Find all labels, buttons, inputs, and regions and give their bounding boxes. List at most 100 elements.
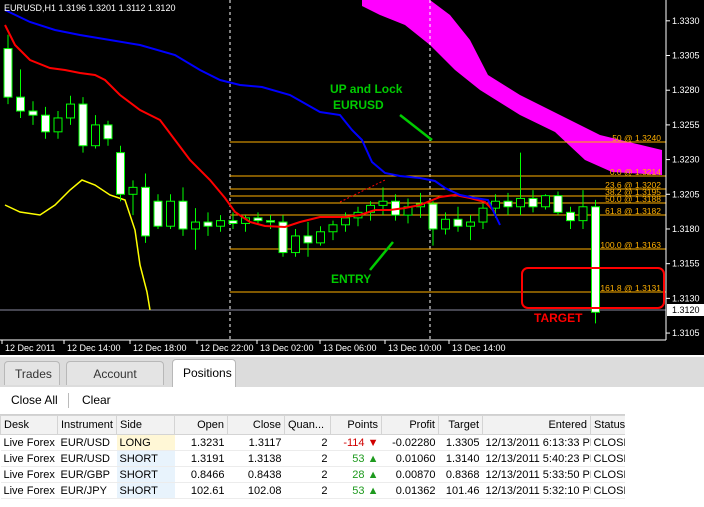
cell-points: 53 ▲ xyxy=(330,482,382,499)
col-header-points[interactable]: Points xyxy=(330,415,382,435)
chart-canvas[interactable]: 50 @ 1.32400.0 @ 1.321423.6 @ 1.320238.2… xyxy=(0,0,704,355)
price-tick-label: 1.3280 xyxy=(672,85,700,95)
table-row[interactable]: Live Forex EUR/JPY SHORT 102.61 102.08 2… xyxy=(0,482,626,499)
candle-body xyxy=(3,48,13,98)
candle-body xyxy=(191,221,200,230)
cell-desk: Live Forex xyxy=(0,466,58,483)
cell-profit: 0.01060 xyxy=(381,450,439,467)
time-tick-label: 12 Dec 18:00 xyxy=(133,343,187,353)
candle-body xyxy=(166,200,175,227)
candle-body xyxy=(78,103,88,147)
arrow-up-icon: ▲ xyxy=(367,468,379,481)
cell-status: CLOSED xyxy=(590,466,626,483)
time-tick-label: 13 Dec 14:00 xyxy=(452,343,506,353)
cell-points: -114 ▼ xyxy=(330,434,382,451)
cell-close: 0.8438 xyxy=(227,466,285,483)
cell-side: SHORT xyxy=(116,482,175,499)
points-value: 53 xyxy=(352,484,365,497)
cell-desk: Live Forex xyxy=(0,482,58,499)
candle-body xyxy=(328,224,338,233)
candle-body xyxy=(116,152,125,195)
cell-entered: 12/13/2011 5:40:23 PM xyxy=(482,450,591,467)
col-header-entered[interactable]: Entered xyxy=(482,415,591,435)
time-tick-label: 13 Dec 02:00 xyxy=(260,343,314,353)
cell-status: CLOSED xyxy=(590,482,626,499)
candle-body xyxy=(553,195,563,213)
col-header-desk[interactable]: Desk xyxy=(0,415,58,435)
candle-body xyxy=(378,200,388,206)
cell-target: 0.8368 xyxy=(438,466,483,483)
price-chart[interactable]: 50 @ 1.3240 0.0 @ 1.3214 23.6 @ 1.3202 38.2… xyxy=(0,0,704,355)
cell-entered: 12/13/2011 5:32:10 PM xyxy=(482,482,591,499)
cell-open: 1.3191 xyxy=(174,450,228,467)
annotation-entry: ENTRY xyxy=(331,272,371,286)
tab-positions[interactable]: Positions xyxy=(172,359,236,387)
arrow-up-icon: ▲ xyxy=(367,452,379,465)
cell-status: CLOSED xyxy=(590,450,626,467)
cell-open: 102.61 xyxy=(174,482,228,499)
price-tick-label: 1.3305 xyxy=(672,51,700,61)
cell-side: LONG xyxy=(116,434,175,451)
points-value: 53 xyxy=(352,452,365,465)
arrow-up-icon: ▲ xyxy=(367,484,379,497)
col-header-open[interactable]: Open xyxy=(174,415,228,435)
annotation-up-and-lock: UP and Lock xyxy=(330,82,403,96)
candle-body xyxy=(16,96,25,112)
candle-body xyxy=(516,197,525,208)
time-tick-label: 13 Dec 10:00 xyxy=(388,343,442,353)
cell-points: 53 ▲ xyxy=(330,450,382,467)
annotation-target: TARGET xyxy=(534,311,583,325)
candle-body xyxy=(491,200,500,209)
cell-desk: Live Forex xyxy=(0,450,58,467)
cell-close: 1.3138 xyxy=(227,450,285,467)
col-header-side[interactable]: Side xyxy=(116,415,175,435)
tab-trades[interactable]: Trades xyxy=(4,361,60,385)
cell-quantity: 2 xyxy=(284,482,331,499)
candle-body xyxy=(128,186,138,195)
fib-level-label: 100.0 @ 1.3163 xyxy=(600,240,661,250)
candle-body xyxy=(53,117,63,133)
candle-body xyxy=(316,231,325,244)
candle-body xyxy=(478,207,488,223)
trend-line xyxy=(339,179,386,203)
candle-body xyxy=(503,200,513,208)
candle-body xyxy=(41,114,50,133)
col-header-target[interactable]: Target xyxy=(438,415,483,435)
col-header-instrument[interactable]: Instrument xyxy=(57,415,117,435)
col-header-quantity[interactable]: Quan... xyxy=(284,415,331,435)
candle-body xyxy=(66,103,75,119)
panel-background xyxy=(625,387,704,507)
candle-body xyxy=(141,186,150,237)
col-header-profit[interactable]: Profit xyxy=(381,415,439,435)
price-tick-label: 1.3255 xyxy=(672,120,700,130)
clear-button[interactable]: Clear xyxy=(82,387,111,414)
candle-body xyxy=(528,197,538,208)
candle-body xyxy=(253,217,263,222)
table-row[interactable]: Live Forex EUR/GBP SHORT 0.8466 0.8438 2… xyxy=(0,466,626,483)
chart-title: EURUSD,H1 1.3196 1.3201 1.3112 1.3120 xyxy=(4,3,175,13)
price-tick-label: 1.3155 xyxy=(672,259,700,269)
points-value: -114 xyxy=(343,436,365,449)
candle-body xyxy=(153,200,163,227)
ichimoku-cloud xyxy=(362,0,662,175)
cell-quantity: 2 xyxy=(284,450,331,467)
price-tick-label: 1.3130 xyxy=(672,293,700,303)
cell-desk: Live Forex xyxy=(0,434,58,451)
candle-body xyxy=(428,203,438,230)
fib-level-label: 161.8 @ 1.3131 xyxy=(600,283,661,293)
table-row[interactable]: Live Forex EUR/USD LONG 1.3231 1.3117 2 … xyxy=(0,434,626,451)
time-tick-label: 12 Dec 14:00 xyxy=(67,343,121,353)
col-header-close[interactable]: Close xyxy=(227,415,285,435)
table-row[interactable]: Live Forex EUR/USD SHORT 1.3191 1.3138 2… xyxy=(0,450,626,467)
cell-open: 1.3231 xyxy=(174,434,228,451)
cell-instrument: EUR/USD xyxy=(57,450,117,467)
close-all-button[interactable]: Close All xyxy=(11,387,58,414)
fib-level-label: 50 @ 1.3240 xyxy=(612,133,661,143)
candle-body xyxy=(266,220,275,223)
cell-side: SHORT xyxy=(116,450,175,467)
candle-body xyxy=(291,235,300,254)
fib-level-label: 0.0 @ 1.3214 xyxy=(610,167,661,177)
tab-account-center[interactable]: Account Center xyxy=(66,361,164,405)
col-header-status[interactable]: Status xyxy=(590,415,626,435)
cell-side: SHORT xyxy=(116,466,175,483)
